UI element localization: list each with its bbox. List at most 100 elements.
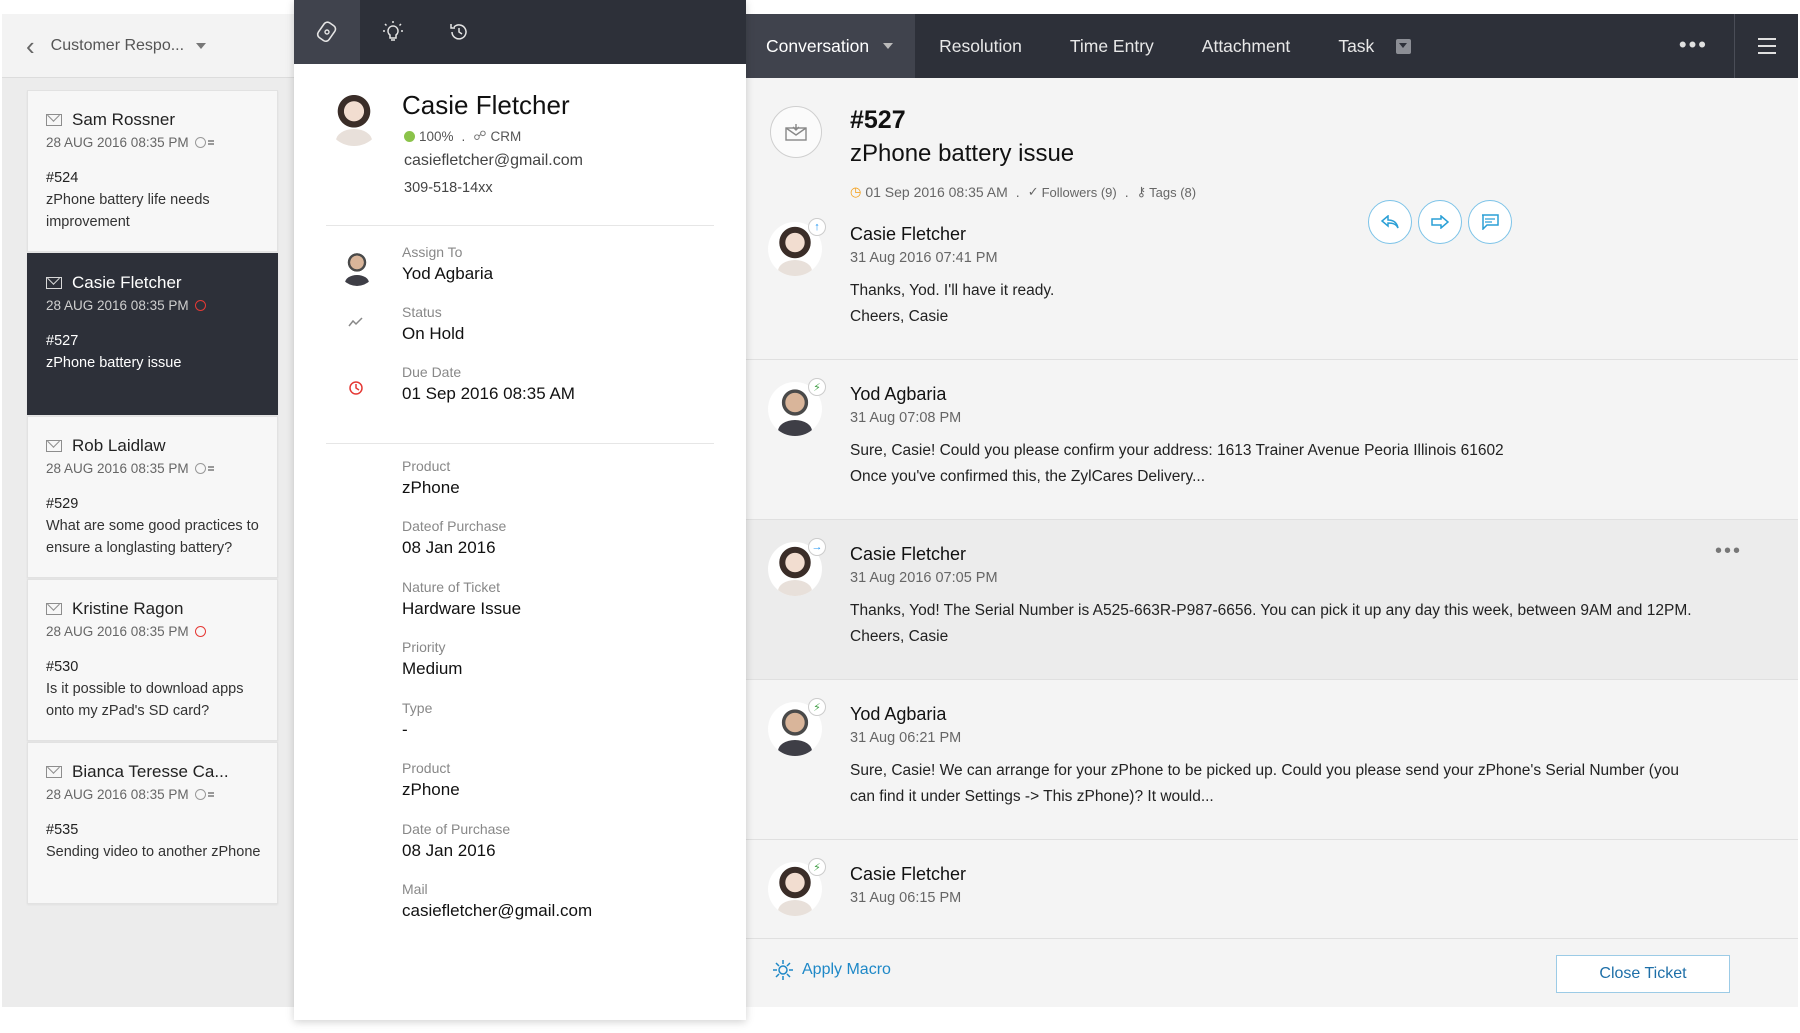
field-value[interactable]: 08 Jan 2016 [402,841,510,861]
forward-button[interactable] [1418,200,1462,244]
conversation-thread[interactable]: ⚡ Yod Agbaria 31 Aug 06:21 PM Sure, Casi… [746,680,1798,840]
comment-icon [1481,214,1499,230]
ticket-card[interactable]: Kristine Ragon 28 AUG 2016 08:35 PM #530… [27,579,278,741]
ticket-date: 28 AUG 2016 08:35 PM [46,135,189,150]
tags-link[interactable]: Tags (8) [1149,185,1196,200]
comment-button[interactable] [1468,200,1512,244]
field-label: Priority [402,639,462,655]
field-value[interactable]: zPhone [402,780,460,800]
contact-name[interactable]: Casie Fletcher [402,90,570,121]
field-value[interactable]: On Hold [402,324,464,344]
thread-time: 31 Aug 2016 07:05 PM [850,570,998,586]
thread-body: Sure, Casie! We can arrange for your zPh… [850,758,1770,810]
incoming-arrow-icon: → [808,538,826,556]
field-value[interactable]: - [402,720,432,740]
field-value[interactable]: zPhone [402,478,460,498]
ticket-card-active[interactable]: Casie Fletcher 28 AUG 2016 08:35 PM #527… [27,253,278,415]
more-tabs-dropdown-icon[interactable] [1396,39,1411,54]
email-icon [46,440,62,452]
field-label: Mail [402,881,592,897]
field-value[interactable]: Hardware Issue [402,599,521,619]
ticket-due-date: 01 Sep 2016 08:35 AM [865,184,1007,200]
reply-button[interactable] [1368,200,1412,244]
contact-email[interactable]: casiefletcher@gmail.com [404,152,583,170]
overdue-clock-icon [195,300,206,311]
check-circle-icon: ✓ [1028,184,1039,200]
thread-author: Casie Fletcher [850,864,966,885]
avatar[interactable] [326,90,382,146]
ticket-card[interactable]: Sam Rossner 28 AUG 2016 08:35 PM #524 zP… [27,90,278,252]
ticket-tabs-bar: Conversation Resolution Time Entry Attac… [746,14,1798,78]
status-field[interactable]: Status On Hold [402,304,464,344]
tag-icon: ⚷ [1137,184,1147,200]
tab-history[interactable] [426,0,492,64]
ticket-primary-properties: Assign To Yod Agbaria Status On Hold Due… [326,226,714,444]
thread-line: Cheers, Casie [850,304,1770,330]
due-date-field[interactable]: Due Date 01 Sep 2016 08:35 AM [402,364,575,404]
field-value[interactable]: Yod Agbaria [402,264,493,284]
apply-macro-button[interactable]: Apply Macro [772,959,891,981]
incoming-arrow-icon: ↑ [808,218,826,236]
tab-conversation[interactable]: Conversation [746,14,915,78]
field-value[interactable]: casiefletcher@gmail.com [402,901,592,921]
tab-time-entry[interactable]: Time Entry [1046,14,1178,78]
view-selector[interactable]: ‹ Customer Respo... [2,14,294,78]
contact-details-panel: Casie Fletcher 100% . ☍ CRM casiefletche… [294,0,746,1020]
product-field[interactable]: ProductzPhone [402,760,460,800]
ticket-date: 28 AUG 2016 08:35 PM [46,624,189,639]
ticket-custom-fields: ProductzPhone Dateof Purchase08 Jan 2016… [326,444,714,964]
more-options-icon[interactable]: ••• [1679,32,1708,58]
close-ticket-button[interactable]: Close Ticket [1556,955,1730,993]
thread-time: 31 Aug 06:21 PM [850,730,961,746]
tab-task[interactable]: Task [1314,14,1435,78]
hamburger-menu-icon[interactable] [1734,14,1798,78]
thread-time: 31 Aug 07:08 PM [850,410,961,426]
field-value[interactable]: 08 Jan 2016 [402,538,506,558]
nature-of-ticket-field[interactable]: Nature of Ticket Hardware Issue [402,579,521,619]
contact-phone[interactable]: 309-518-14xx [404,180,493,196]
thread-author: Yod Agbaria [850,384,946,405]
mail-field[interactable]: Mail casiefletcher@gmail.com [402,881,592,921]
thread-more-icon[interactable]: ••• [1715,540,1742,563]
tab-attachment[interactable]: Attachment [1178,14,1315,78]
email-icon [46,766,62,778]
thread-author: Casie Fletcher [850,544,966,565]
ticket-id: #530 [46,659,277,675]
details-toolbar [294,0,746,64]
ticket-card[interactable]: Rob Laidlaw 28 AUG 2016 08:35 PM #529 Wh… [27,416,278,578]
due-clock-icon: ◷ [850,184,861,200]
field-label: Nature of Ticket [402,579,521,595]
thread-line: Once you've confirmed this, the ZylCares… [850,464,1770,490]
tab-ticket-properties[interactable] [294,0,360,64]
thread-line: Sure, Casie! We can arrange for your zPh… [850,758,1770,784]
ticket-footer: Apply Macro Close Ticket [746,938,1798,1007]
view-label[interactable]: Customer Respo... [51,37,184,55]
conversation-thread[interactable]: ⚡ Yod Agbaria 31 Aug 07:08 PM Sure, Casi… [746,360,1798,520]
thread-line: Cheers, Casie [850,624,1770,650]
tab-label: Task [1338,36,1374,57]
tab-solutions[interactable] [360,0,426,64]
ticket-card[interactable]: Bianca Teresse Ca... 28 AUG 2016 08:35 P… [27,742,278,904]
type-field[interactable]: Type - [402,700,432,740]
product-field[interactable]: ProductzPhone [402,458,460,498]
chevron-down-icon[interactable] [196,43,206,49]
conversation-thread[interactable]: → Casie Fletcher 31 Aug 2016 07:05 PM ••… [746,520,1798,680]
ticket-contact-name: Rob Laidlaw [72,436,166,456]
back-chevron-icon[interactable]: ‹ [26,33,35,59]
ticket-title: zPhone battery issue [850,140,1074,168]
purchase-date-field[interactable]: Date of Purchase08 Jan 2016 [402,821,510,861]
priority-field[interactable]: Priority Medium [402,639,462,679]
crm-source[interactable]: CRM [490,129,521,144]
field-label: Type [402,700,432,716]
followers-link[interactable]: Followers (9) [1042,185,1117,200]
ticket-subject: Is it possible to download apps onto my … [46,678,277,722]
conversation-thread[interactable]: ↑ Casie Fletcher 31 Aug 2016 07:41 PM Th… [746,200,1798,360]
assign-to-field[interactable]: Assign To Yod Agbaria [402,244,493,284]
field-value[interactable]: 01 Sep 2016 08:35 AM [402,384,575,404]
field-label: Assign To [402,244,493,260]
ticket-contact-name: Sam Rossner [72,110,175,130]
purchase-date-field[interactable]: Dateof Purchase08 Jan 2016 [402,518,506,558]
ticket-id: #535 [46,822,277,838]
field-value[interactable]: Medium [402,659,462,679]
tab-resolution[interactable]: Resolution [915,14,1046,78]
